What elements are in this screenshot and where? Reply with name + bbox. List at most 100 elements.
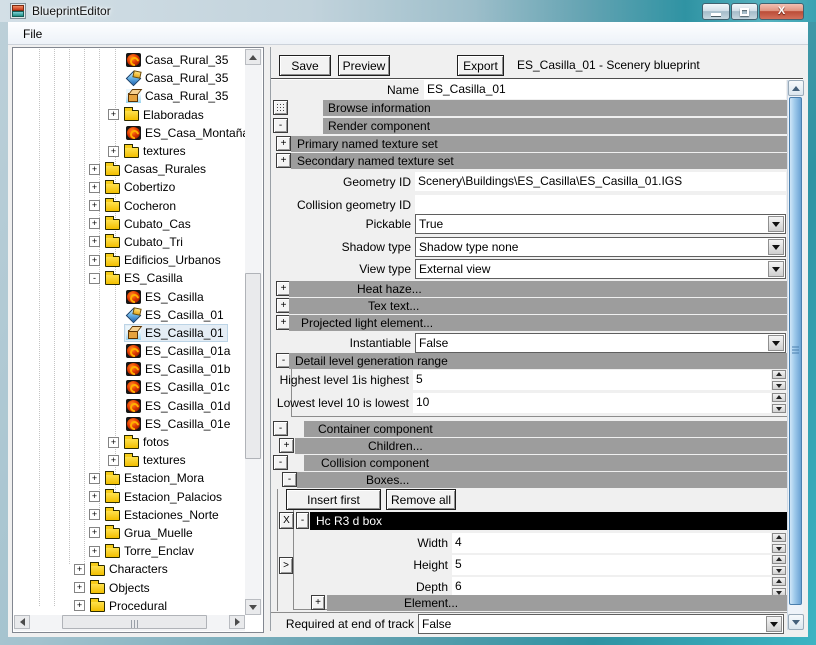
section-collision-component[interactable]: Collision component bbox=[304, 455, 787, 471]
tree-item-label[interactable]: textures bbox=[143, 144, 186, 158]
tree-item[interactable]: +fotos bbox=[14, 433, 245, 451]
tree-item-label[interactable]: Casa_Rural_35 bbox=[145, 89, 228, 103]
tree-item-hit[interactable]: Casa_Rural_35 bbox=[125, 88, 231, 104]
pickable-dropdown[interactable]: True bbox=[415, 214, 786, 234]
tree-item-label[interactable]: fotos bbox=[143, 435, 169, 449]
expand-icon[interactable]: + bbox=[89, 491, 100, 502]
tree-item[interactable]: ES_Casilla_01b bbox=[14, 360, 245, 378]
tree-item-hit[interactable]: ES_Casilla_01d bbox=[125, 398, 233, 414]
tree-item-label[interactable]: ES_Casilla_01b bbox=[145, 362, 230, 376]
dropdown-arrow-icon[interactable] bbox=[768, 261, 784, 277]
tree-item-label[interactable]: Estacion_Palacios bbox=[124, 490, 222, 504]
tree-item[interactable]: +Casas_Rurales bbox=[14, 160, 245, 178]
tree-item-label[interactable]: Casa_Rural_35 bbox=[145, 53, 228, 67]
expand-icon[interactable]: + bbox=[89, 473, 100, 484]
expand-icon[interactable]: + bbox=[89, 509, 100, 520]
section-element[interactable]: Element... bbox=[327, 595, 787, 611]
section-tex-text[interactable]: Tex text... bbox=[289, 298, 787, 314]
tree-item[interactable]: + Estaciones_Norte bbox=[14, 506, 245, 524]
section-projected-light-element[interactable]: Projected light element... bbox=[289, 315, 787, 331]
tree-item-hit[interactable]: textures bbox=[123, 452, 189, 468]
tree-item-hit[interactable]: ES_Casilla bbox=[104, 270, 186, 286]
tree-item-hit[interactable]: Edificios_Urbanos bbox=[104, 252, 224, 268]
tree-item[interactable]: ES_Casilla_01e bbox=[14, 415, 245, 433]
tree-item-label[interactable]: Cocheron bbox=[124, 199, 176, 213]
boxes-collapse-button[interactable]: - bbox=[282, 472, 297, 487]
spinner-down-icon[interactable] bbox=[772, 566, 786, 575]
tree-item-hit[interactable]: Estacion_Mora bbox=[104, 470, 207, 486]
tree-item[interactable]: ES_Casilla_01c bbox=[14, 378, 245, 396]
tree-item[interactable]: ES_Casilla_01d bbox=[14, 397, 245, 415]
tree-item[interactable]: + Estacion_Palacios bbox=[14, 488, 245, 506]
tree-item-hit[interactable]: Grua_Muelle bbox=[104, 525, 196, 541]
insert-first-button[interactable]: Insert first bbox=[286, 489, 381, 510]
title-bar[interactable]: BlueprintEditor X bbox=[0, 0, 816, 22]
dropdown-arrow-icon[interactable] bbox=[768, 216, 784, 232]
spinner-down-icon[interactable] bbox=[772, 381, 786, 390]
tree-item-label[interactable]: Procedural bbox=[109, 599, 167, 613]
tree-item[interactable]: ES_Casilla bbox=[14, 287, 245, 305]
tree-item-hit[interactable]: textures bbox=[123, 143, 189, 159]
tree-item-hit[interactable]: Casa_Rural_35 bbox=[125, 52, 231, 68]
tree-item[interactable]: ES_Casilla_01a bbox=[14, 342, 245, 360]
tree-item[interactable]: +Cubato_Tri bbox=[14, 233, 245, 251]
collapse-icon[interactable]: - bbox=[89, 273, 100, 284]
tree-item-label[interactable]: Estacion_Mora bbox=[124, 471, 204, 485]
tree-item-hit[interactable]: Torre_Enclav bbox=[104, 543, 197, 559]
width-spinner[interactable] bbox=[772, 533, 786, 553]
collision-geometry-id-field[interactable] bbox=[415, 195, 786, 214]
tree-item-label[interactable]: ES_Casilla_01a bbox=[145, 344, 230, 358]
tree-scrollbar-hthumb[interactable] bbox=[62, 615, 207, 629]
depth-field[interactable]: 6 bbox=[452, 577, 771, 597]
expand-icon[interactable]: + bbox=[89, 527, 100, 538]
tree-scroll-left-button[interactable] bbox=[14, 615, 30, 629]
tree-item-hit[interactable]: Procedural bbox=[89, 598, 170, 614]
maximize-button[interactable] bbox=[731, 3, 758, 20]
tree-item-label[interactable]: Torre_Enclav bbox=[124, 544, 194, 558]
tree-item[interactable]: ES_Casilla_01 bbox=[14, 306, 245, 324]
lowest-level-field[interactable]: 10 bbox=[413, 393, 771, 413]
tree-item[interactable]: +textures bbox=[14, 142, 245, 160]
tree-vertical-scrollbar[interactable] bbox=[245, 49, 262, 615]
secondary-texture-expand-button[interactable]: + bbox=[276, 153, 291, 168]
tree-item-label[interactable]: Cubato_Tri bbox=[124, 235, 183, 249]
preview-button[interactable]: Preview bbox=[338, 55, 390, 76]
scroll-down-button[interactable] bbox=[788, 614, 804, 630]
tree-scroll-down-button[interactable] bbox=[245, 599, 261, 615]
dropdown-arrow-icon[interactable] bbox=[768, 335, 784, 351]
tree-item[interactable]: +textures bbox=[14, 451, 245, 469]
dropdown-arrow-icon[interactable] bbox=[768, 239, 784, 255]
instantiable-dropdown[interactable]: False bbox=[415, 333, 786, 353]
expand-icon[interactable]: + bbox=[89, 218, 100, 229]
section-heat-haze[interactable]: Heat haze... bbox=[289, 281, 787, 297]
tree-item-label[interactable]: textures bbox=[143, 453, 186, 467]
tree-item-label[interactable]: Elaboradas bbox=[143, 108, 204, 122]
tree-item-label[interactable]: ES_Casilla_01d bbox=[145, 399, 230, 413]
tree-item-hit[interactable]: fotos bbox=[123, 434, 172, 450]
tree-item[interactable]: +Objects bbox=[14, 578, 245, 596]
properties-scrollbar[interactable] bbox=[787, 80, 803, 630]
tree-item-hit[interactable]: ES_Casa_Montaña_ bbox=[125, 125, 245, 141]
dropdown-arrow-icon[interactable] bbox=[766, 616, 782, 632]
shadow-type-dropdown[interactable]: Shadow type none bbox=[415, 237, 786, 257]
tree-item[interactable]: + Estacion_Mora bbox=[14, 469, 245, 487]
tree-item[interactable]: +Cobertizo bbox=[14, 178, 245, 196]
tree-horizontal-scrollbar[interactable] bbox=[14, 615, 245, 631]
tree-item[interactable]: +Cocheron bbox=[14, 197, 245, 215]
expand-icon[interactable]: + bbox=[89, 164, 100, 175]
browse-information-button[interactable] bbox=[273, 100, 288, 115]
render-collapse-button[interactable]: - bbox=[273, 118, 288, 133]
view-type-dropdown[interactable]: External view bbox=[415, 259, 786, 279]
section-detail-level-range[interactable]: Detail level generation range bbox=[289, 353, 787, 369]
box-expander-button[interactable]: > bbox=[279, 557, 293, 574]
section-secondary-texture-set[interactable]: Secondary named texture set bbox=[291, 153, 787, 169]
tree-item-label[interactable]: ES_Casilla_01 bbox=[145, 326, 224, 340]
tree-item[interactable]: Casa_Rural_35 bbox=[14, 51, 245, 69]
tree-scroll-right-button[interactable] bbox=[229, 615, 245, 629]
tree-item-hit[interactable]: Estaciones_Norte bbox=[104, 507, 222, 523]
export-button[interactable]: Export bbox=[457, 55, 504, 76]
tree-item[interactable]: +Edificios_Urbanos bbox=[14, 251, 245, 269]
spinner-down-icon[interactable] bbox=[772, 544, 786, 553]
tree-item[interactable]: +Procedural bbox=[14, 597, 245, 615]
box-remove-button[interactable]: X bbox=[279, 512, 294, 529]
